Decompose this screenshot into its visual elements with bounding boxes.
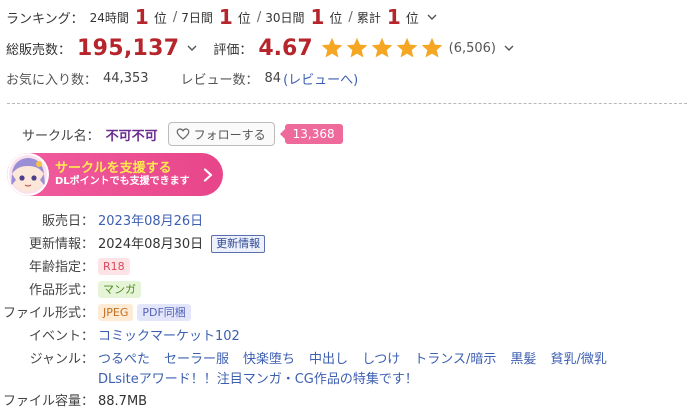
release-date-label: 販売日： (41, 214, 94, 229)
ranking-period-24h: 24時間 (89, 10, 129, 25)
detail-row-release: 販売日： 2023年08月26日 (0, 212, 689, 232)
chevron-right-icon (203, 167, 213, 182)
review-link[interactable]: (レビューへ) (283, 69, 358, 88)
heart-icon (176, 127, 190, 141)
age-rating-label: 年齢指定： (28, 260, 94, 275)
favorites-count: 44,353 (103, 70, 149, 86)
detail-row-format: 作品形式： マンガ (0, 281, 689, 301)
file-format-label: ファイル形式： (2, 306, 94, 321)
circle-label: サークル名： (22, 128, 100, 144)
ranking-unit: 位 (329, 11, 343, 27)
detail-row-age: 年齢指定： R18 (0, 258, 689, 278)
genre-link[interactable]: トランス/暗示 (414, 350, 496, 370)
ranking-period-total: 累計 (356, 10, 381, 25)
work-details: 販売日： 2023年08月26日 更新情報： 2024年08月30日 更新情報 年… (0, 212, 689, 415)
file-size-value: 88.7MB (98, 394, 148, 409)
ranking-unit: 位 (153, 11, 167, 27)
award-feature-link[interactable]: DLsiteアワード！！注目マンガ・CG作品の特集です！ (98, 370, 418, 390)
rating-label: 評価： (213, 42, 253, 58)
favorites-row: お気に入り数： 44,353 レビュー数： 84 (レビューへ) (6, 68, 358, 88)
rating-count: (6,506) (448, 40, 496, 56)
file-format-tag-pdf[interactable]: PDF同梱 (137, 304, 191, 321)
ranking-value-30d: 1 (310, 5, 325, 29)
support-texts: サークルを支援する DLポイントでも支援できます (55, 161, 190, 189)
review-label: レビュー数： (180, 72, 259, 88)
star-icon (395, 36, 419, 60)
detail-row-update: 更新情報： 2024年08月30日 更新情報 (0, 235, 689, 255)
genre-link[interactable]: しつけ (362, 350, 400, 370)
chevron-down-icon[interactable] (185, 41, 199, 55)
circle-row: サークル名： 不可不可 フォローする 13,368 (22, 121, 343, 147)
favorites-label: お気に入り数： (6, 72, 98, 88)
rating-stars (320, 36, 445, 60)
genre-label: ジャンル： (29, 352, 94, 367)
detail-row-size: ファイル容量： 88.7MB (0, 392, 689, 412)
file-size-label: ファイル容量： (2, 394, 94, 409)
support-circle-button[interactable]: サークルを支援する DLポイントでも支援できます (7, 153, 223, 196)
genre-link[interactable]: 中出し (309, 350, 348, 370)
work-format-label: 作品形式： (28, 283, 94, 298)
review-count: 84 (264, 70, 282, 86)
ranking-value-24h: 1 (134, 5, 149, 29)
ranking-label: ランキング： (6, 11, 84, 27)
genre-link[interactable]: 快楽堕ち (243, 350, 295, 370)
detail-row-event: イベント： コミックマーケット102 (0, 327, 689, 347)
age-rating-tag[interactable]: R18 (98, 258, 130, 275)
sales-count: 195,137 (77, 35, 180, 61)
star-icon (345, 36, 369, 60)
ranking-unit: 位 (405, 11, 419, 27)
ranking-separator: / (348, 9, 353, 25)
detail-row-file-format: ファイル形式： JPEG PDF同梱 (0, 304, 689, 324)
follow-button-label: フォローする (193, 127, 266, 142)
follower-count-badge: 13,368 (279, 124, 343, 144)
sales-rating-row: 総販売数： 195,137 評価： 4.67 (6,506) (6, 33, 516, 63)
divider (7, 103, 687, 104)
circle-name-link[interactable]: 不可不可 (106, 125, 158, 144)
ranking-separator: / (172, 9, 178, 25)
chevron-down-icon[interactable] (425, 10, 439, 24)
update-label: 更新情報： (28, 237, 94, 252)
ranking-row: ランキング： 24時間 1 位 / 7日間 1 位 / 30日間 1 位 / 累… (6, 4, 439, 30)
release-date-link[interactable]: 2023年08月26日 (98, 212, 689, 232)
follow-button[interactable]: フォローする (167, 122, 275, 146)
support-title: サークルを支援する (55, 160, 172, 176)
event-label: イベント： (28, 329, 94, 344)
star-icon (320, 36, 344, 60)
file-format-tag-jpeg[interactable]: JPEG (98, 304, 134, 321)
genre-list: つるぺた セーラー服 快楽堕ち 中出し しつけ トランス/暗示 黒髪 貧乳/微乳… (98, 350, 689, 390)
support-subtitle: DLポイントでも支援できます (55, 176, 190, 188)
star-icon (370, 36, 394, 60)
ranking-period-30d: 30日間 (265, 10, 305, 25)
genre-link[interactable]: セーラー服 (164, 350, 229, 370)
ranking-unit: 位 (237, 11, 251, 27)
genre-link[interactable]: つるぺた (98, 350, 150, 370)
star-icon (420, 36, 444, 60)
work-format-tag[interactable]: マンガ (98, 281, 141, 298)
ranking-value-7d: 1 (218, 5, 233, 29)
update-date: 2024年08月30日 (98, 237, 204, 252)
sales-label: 総販売数： (6, 42, 72, 58)
event-link[interactable]: コミックマーケット102 (98, 327, 689, 347)
detail-row-genre: ジャンル： つるぺた セーラー服 快楽堕ち 中出し しつけ トランス/暗示 黒髪… (0, 350, 689, 390)
mascot-avatar (7, 153, 49, 196)
chevron-down-icon[interactable] (502, 41, 516, 55)
ranking-period-7d: 7日間 (181, 10, 213, 25)
update-info-button[interactable]: 更新情報 (211, 235, 266, 253)
ranking-value-total: 1 (386, 5, 401, 29)
genre-link[interactable]: 黒髪 (510, 350, 536, 370)
ranking-separator: / (256, 9, 262, 25)
rating-value: 4.67 (258, 35, 313, 61)
genre-link[interactable]: 貧乳/微乳 (550, 350, 606, 370)
